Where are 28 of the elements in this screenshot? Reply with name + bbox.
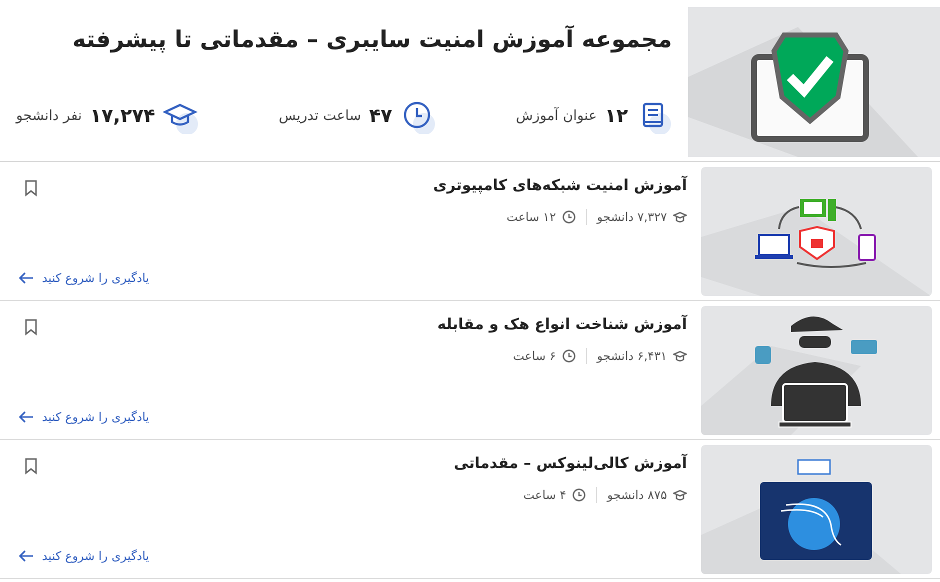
clock-icon bbox=[572, 488, 586, 502]
page-title: مجموعه آموزش امنیت سایبری – مقدماتی تا پیشرفته bbox=[71, 24, 672, 55]
start-learning-link[interactable]: یادگیری را شروع کنید bbox=[18, 410, 150, 424]
graduation-cap-icon bbox=[673, 488, 687, 502]
stat-label: عنوان آموزش bbox=[516, 108, 597, 124]
student-count: ۶,۴۳۱ دانشجو bbox=[596, 349, 667, 363]
course-duration: ۶ ساعت bbox=[512, 349, 556, 363]
student-count: ۷,۳۲۷ دانشجو bbox=[596, 210, 667, 224]
course-duration: ۴ ساعت bbox=[523, 488, 566, 502]
course-title: آموزش شناخت انواع هک و مقابله bbox=[437, 314, 687, 335]
course-title: آموزش امنیت شبکه‌های کامپیوتری bbox=[433, 174, 687, 196]
course-duration: ۱۲ ساعت bbox=[506, 210, 556, 224]
stat-label: ساعت تدریس bbox=[278, 108, 362, 124]
arrow-icon bbox=[18, 411, 34, 423]
stat-label: نفر دانشجو bbox=[16, 108, 82, 124]
stat-value: ۱۲ bbox=[604, 105, 628, 127]
graduation-cap-icon bbox=[673, 349, 687, 363]
start-learning-link[interactable]: یادگیری را شروع کنید bbox=[18, 549, 150, 563]
stat-value: ۱۷,۲۷۴ bbox=[90, 105, 156, 127]
student-count: ۸۷۵ دانشجو bbox=[607, 488, 667, 502]
clock-icon bbox=[562, 349, 576, 363]
start-learning-link[interactable]: یادگیری را شروع کنید bbox=[18, 271, 150, 285]
course-title: آموزش کالی‌لینوکس – مقدماتی bbox=[454, 452, 687, 474]
arrow-icon bbox=[18, 550, 34, 562]
clock-icon bbox=[562, 210, 576, 224]
arrow-icon bbox=[18, 272, 34, 284]
stat-value: ۴۷ bbox=[369, 105, 392, 127]
graduation-cap-icon bbox=[673, 210, 687, 224]
